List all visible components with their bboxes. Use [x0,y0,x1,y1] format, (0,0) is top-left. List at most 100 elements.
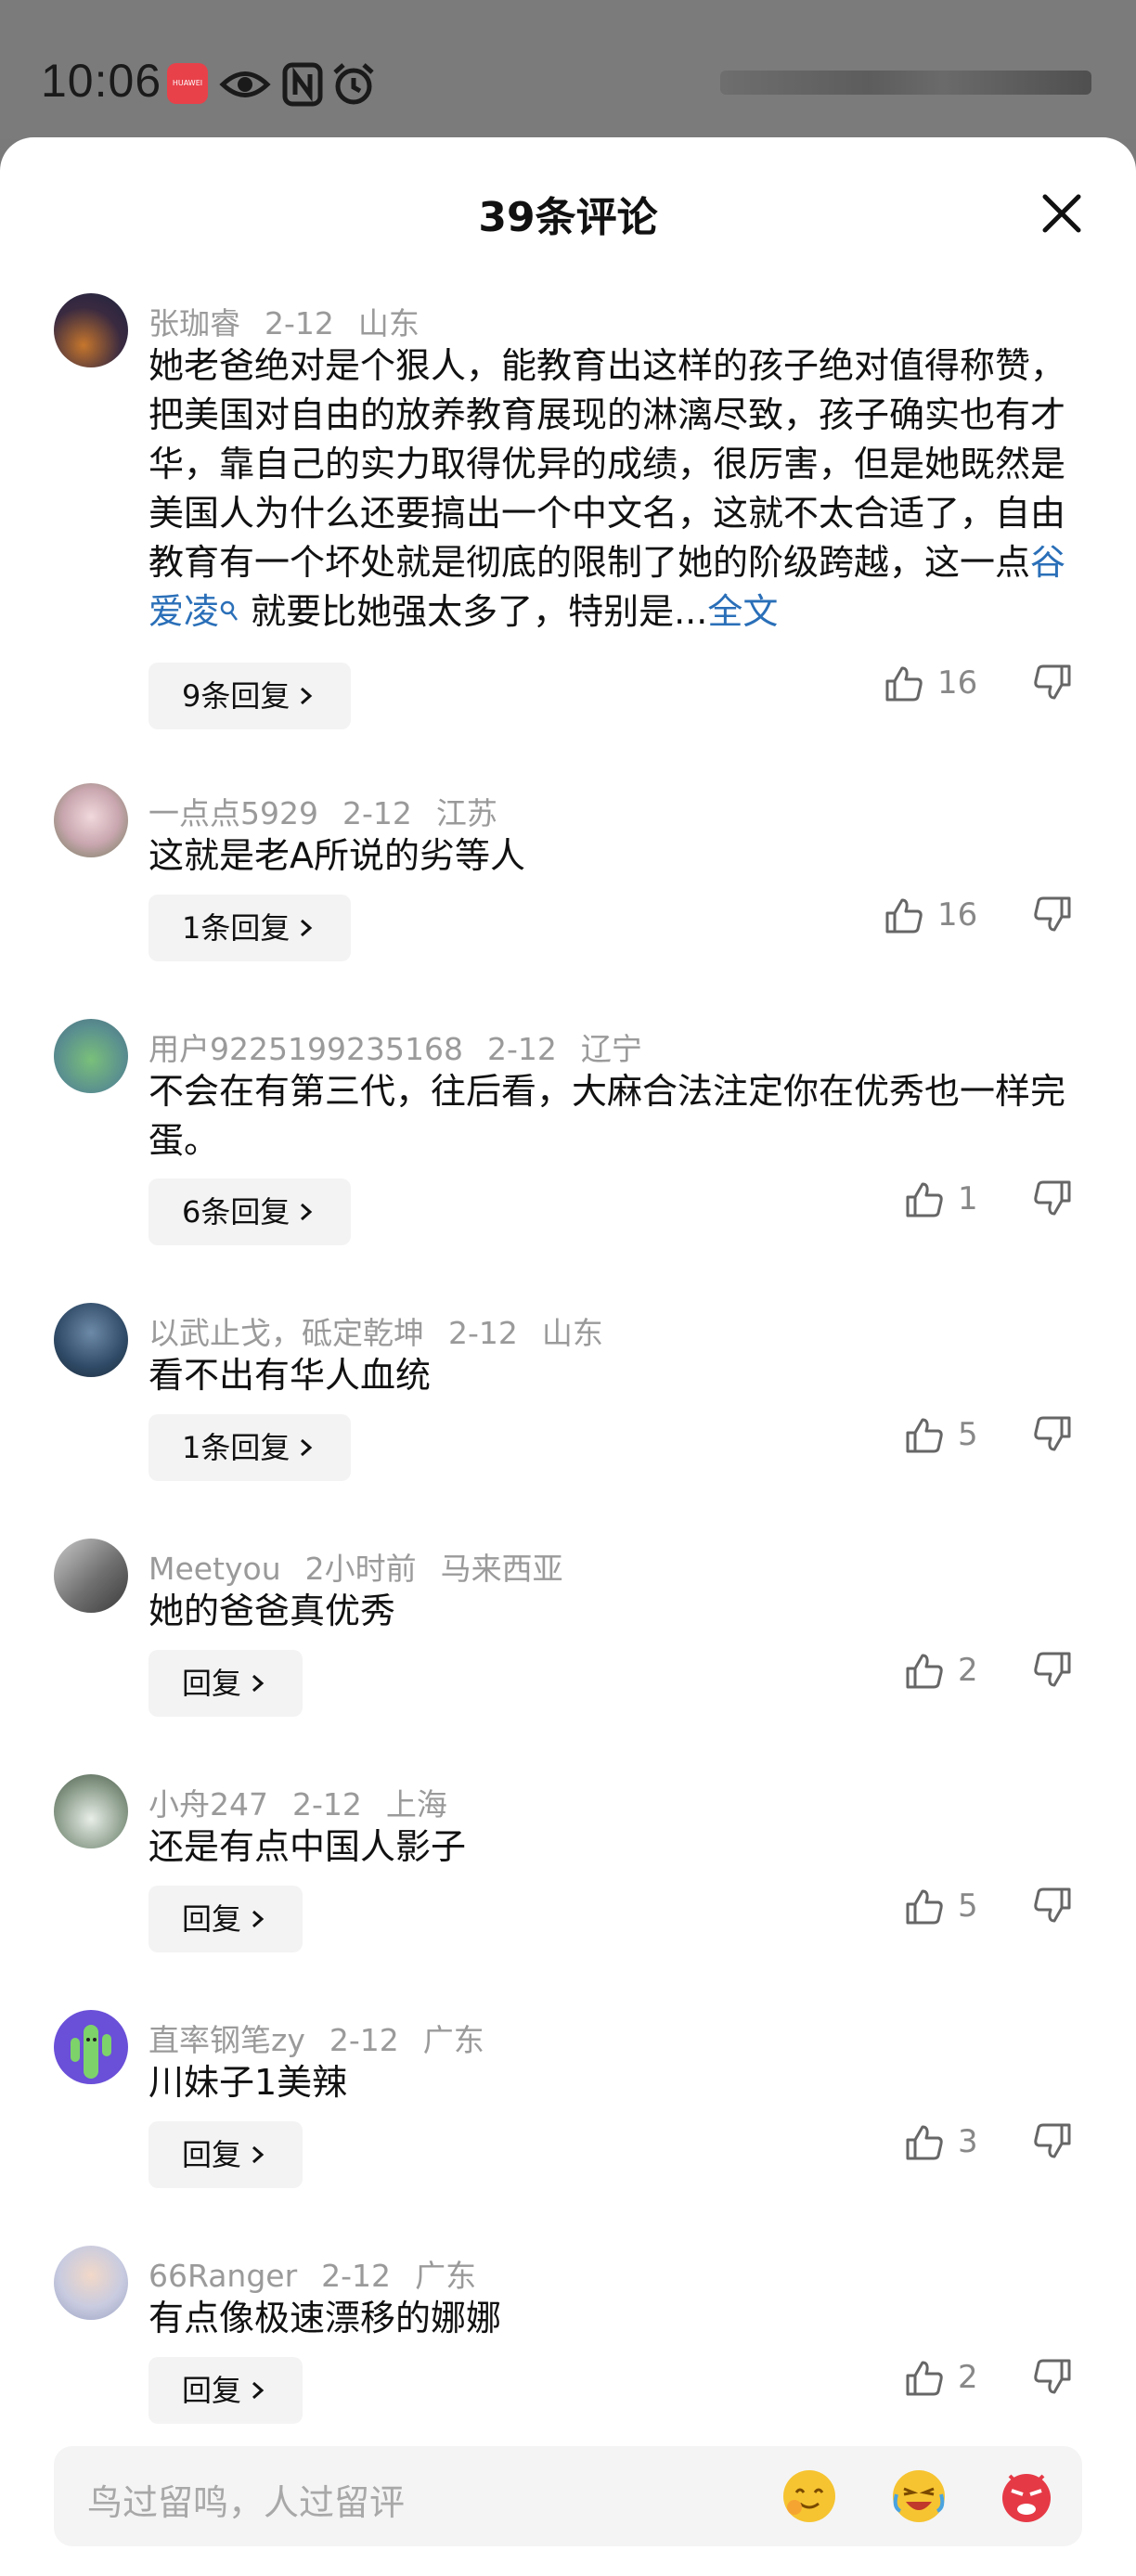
comment-text: 不会在有第三代，往后看，大麻合法注定你在优秀也一样完蛋。 [148,1071,1066,1161]
avatar[interactable] [54,1539,128,1613]
chevron-right-icon [252,2381,265,2400]
avatar[interactable] [54,293,128,367]
avatar[interactable] [54,2010,128,2084]
like-button[interactable]: 2 [904,2357,978,2398]
emoji-smile-icon[interactable] [780,2467,839,2526]
thumbs-up-icon [906,2125,943,2160]
huawei-app-icon: HUAWEI [167,63,208,104]
comment-username[interactable]: 一点点5929 [148,795,318,831]
comments-sheet: 39条评论 张珈睿 2-12 山东 她老爸绝对是个狠人，能教育出这样的孩子绝对值得称… [0,137,1136,2576]
comment-location: 上海 [385,1786,447,1823]
thumbs-down-icon[interactable] [1032,1414,1073,1455]
search-icon [220,600,239,621]
like-count: 2 [958,2359,978,2396]
reply-button[interactable]: 回复 [148,2357,303,2424]
comment-username[interactable]: 66Ranger [148,2258,297,2294]
comment-meta: Meetyou 2小时前 马来西亚 [148,1544,587,1589]
comment-username[interactable]: 以武止戈，砥定乾坤 [148,1315,424,1351]
comment-location: 山东 [357,305,420,341]
replies-button[interactable]: 9条回复 [148,663,352,729]
status-bar: 10:06 HUAWEI [0,0,1136,139]
nfc-icon [282,62,323,107]
comment-location: 辽宁 [580,1031,642,1067]
avatar[interactable] [54,1303,128,1377]
cactus-avatar-icon [71,2025,111,2079]
comment-meta: 一点点5929 2-12 江苏 [148,789,522,833]
comment-text: 她的爸爸真优秀 [148,1591,396,1631]
like-button[interactable]: 3 [904,2121,978,2162]
comment-date: 2-12 [342,795,412,831]
like-button[interactable]: 16 [884,663,977,703]
like-count: 16 [937,664,978,702]
thumbs-up-icon [906,1654,943,1689]
reply-button[interactable]: 回复 [148,1650,303,1717]
replies-button[interactable]: 6条回复 [148,1179,352,1245]
thumbs-up-icon [885,666,923,702]
comment-input-placeholder: 鸟过留鸣，人过留评 [87,2482,406,2523]
comment-meta: 66Ranger 2-12 广东 [148,2251,500,2296]
like-count: 2 [958,1652,978,1689]
eye-icon [219,71,271,97]
avatar[interactable] [54,1774,128,1848]
comment-text: 川妹子1美辣 [148,2062,348,2103]
comment-meta: 小舟247 2-12 上海 [148,1780,471,1824]
comment-username[interactable]: 小舟247 [148,1786,268,1823]
like-button[interactable]: 16 [884,895,977,935]
thumbs-down-icon[interactable] [1032,895,1073,935]
comment-text: 有点像极速漂移的娜娜 [148,2298,502,2338]
comment-location: 山东 [541,1315,603,1351]
chevron-right-icon [252,1674,265,1693]
like-count: 5 [958,1416,978,1453]
comment-location: 广东 [422,2022,484,2058]
like-button[interactable]: 5 [904,1414,978,1455]
like-count: 5 [958,1887,978,1925]
comment-username[interactable]: 用户9225199235168 [148,1031,463,1067]
emoji-angry-icon[interactable] [997,2467,1056,2526]
comment-text: 这就是老A所说的劣等人 [148,835,525,876]
chevron-right-icon [252,2145,265,2164]
scroll-fade [0,2420,1136,2448]
comment-text: 看不出有华人血统 [148,1355,432,1396]
like-button[interactable]: 5 [904,1886,978,1926]
avatar[interactable] [54,2246,128,2320]
chevron-right-icon [301,919,313,937]
alarm-icon [333,63,374,105]
thumbs-down-icon[interactable] [1032,663,1073,703]
comment-date: 2-12 [292,1786,362,1823]
like-count: 16 [937,896,978,934]
comment-meta: 直率钢笔zy 2-12 广东 [148,2016,509,2060]
status-time: 10:06 [41,55,162,107]
thumbs-down-icon[interactable] [1032,2357,1073,2398]
replies-button[interactable]: 1条回复 [148,1414,352,1481]
chevron-right-icon [301,1438,313,1457]
thumbs-down-icon[interactable] [1032,1179,1073,1219]
thumbs-up-icon [906,2361,943,2396]
like-button[interactable]: 2 [904,1650,978,1691]
reply-button[interactable]: 回复 [148,1886,303,1952]
close-icon[interactable] [1038,189,1086,238]
comment-meta: 用户9225199235168 2-12 辽宁 [148,1024,666,1069]
comment-username[interactable]: Meetyou [148,1551,281,1587]
full-text-link[interactable]: 全文 [707,591,778,632]
reply-button[interactable]: 回复 [148,2121,303,2188]
thumbs-down-icon[interactable] [1032,1650,1073,1691]
like-count: 3 [958,2123,978,2160]
avatar[interactable] [54,783,128,857]
sheet-title: 39条评论 [478,194,658,241]
comment-date: 2-12 [486,1031,557,1067]
emoji-laugh-icon[interactable] [889,2467,949,2526]
thumbs-down-icon[interactable] [1032,1886,1073,1926]
comment-location: 广东 [415,2258,477,2294]
avatar[interactable] [54,1019,128,1093]
comment-date: 2-12 [329,2022,399,2058]
comment-input[interactable]: 鸟过留鸣，人过留评 [54,2446,1082,2546]
like-count: 1 [958,1180,978,1217]
like-button[interactable]: 1 [904,1179,978,1219]
comment-date: 2-12 [265,305,334,341]
thumbs-up-icon [906,1418,943,1453]
thumbs-down-icon[interactable] [1032,2121,1073,2162]
comment-location: 江苏 [435,795,497,831]
replies-button[interactable]: 1条回复 [148,895,352,961]
comment-username[interactable]: 张珈睿 [148,305,240,341]
comment-username[interactable]: 直率钢笔zy [148,2022,305,2058]
